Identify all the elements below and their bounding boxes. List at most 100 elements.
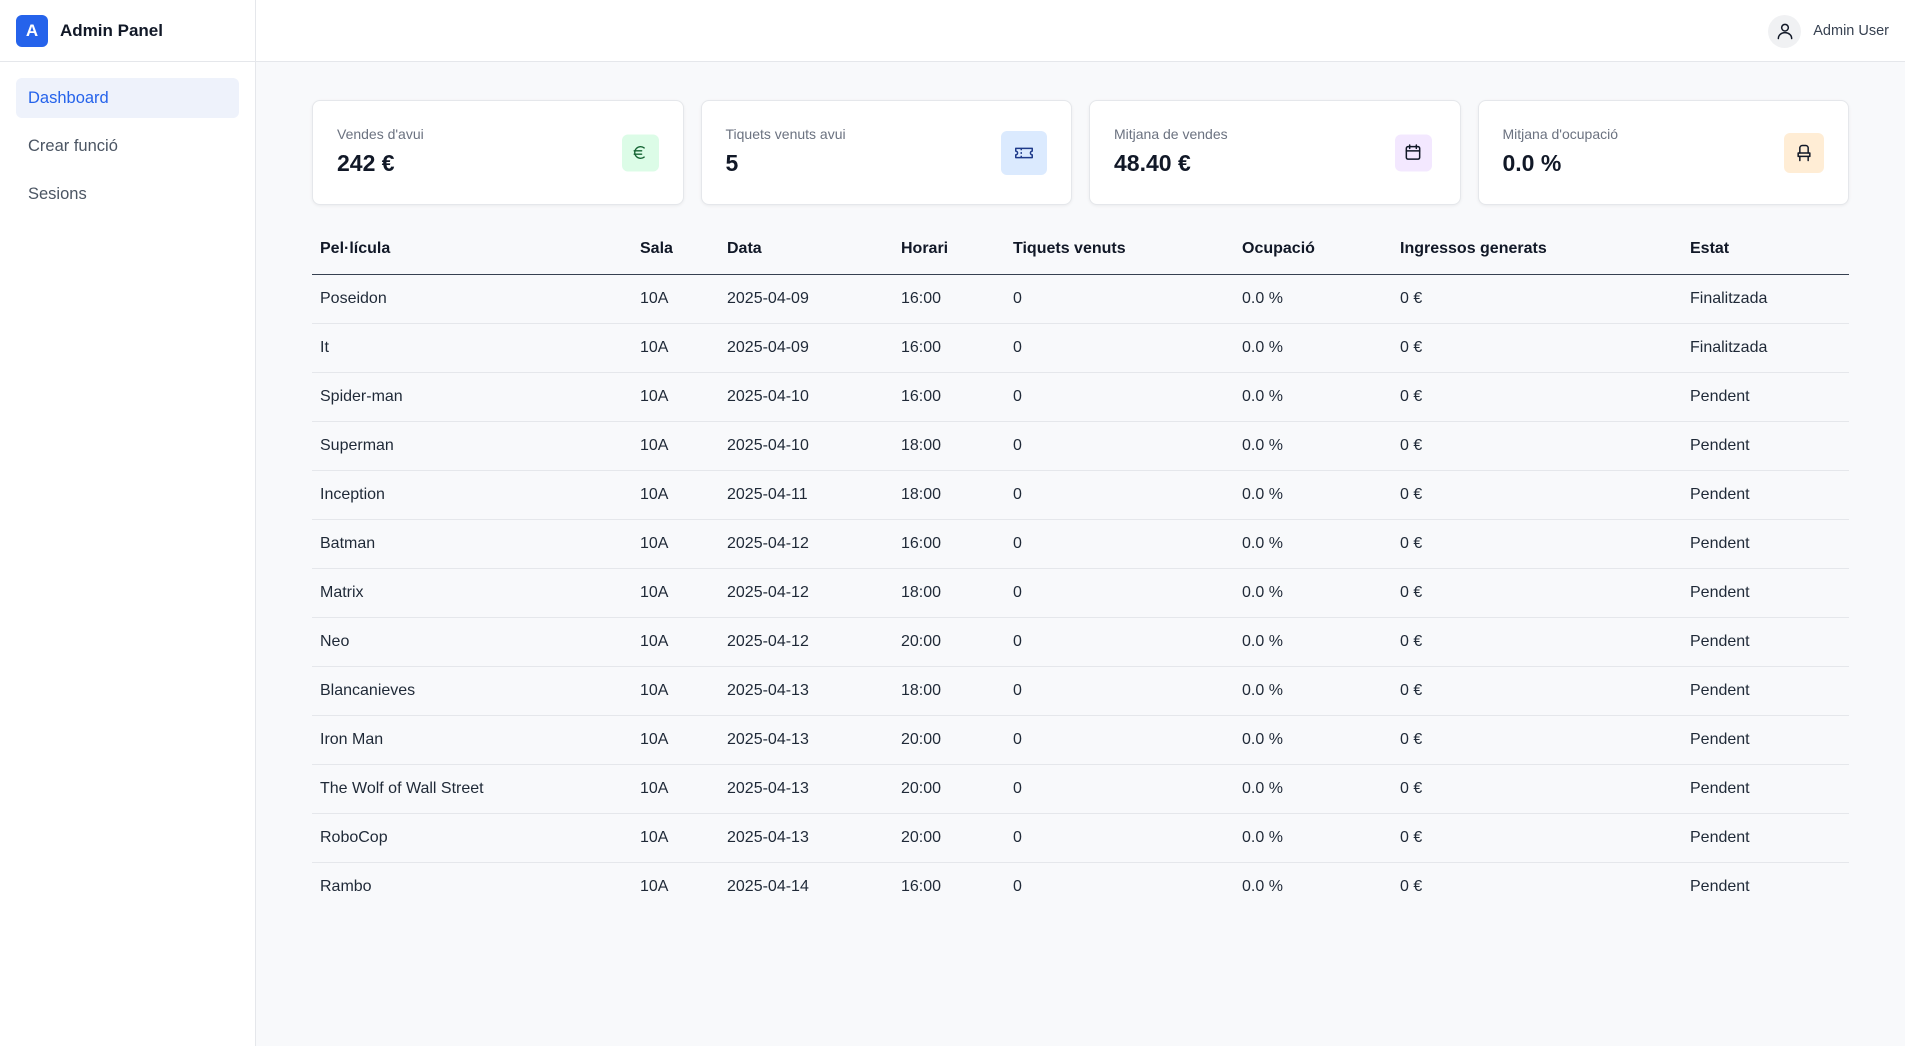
table-row[interactable]: RoboCop 10A 2025-04-13 20:00 0 0.0 % 0 €… — [312, 813, 1849, 863]
cell-occupancy: 0.0 % — [1242, 877, 1283, 895]
cell-room: 10A — [632, 470, 719, 520]
cell-occupancy: 0.0 % — [1234, 617, 1392, 667]
table-row[interactable]: It 10A 2025-04-09 16:00 0 0.0 % 0 € Fina… — [312, 323, 1849, 373]
cell-film: Spider-man — [312, 372, 632, 422]
cell-room: 10A — [632, 421, 719, 471]
cell-revenue: 0 € — [1392, 372, 1682, 422]
cell-date: 2025-04-13 — [719, 715, 893, 765]
cell-time: 16:00 — [901, 877, 942, 895]
cell-revenue: 0 € — [1392, 617, 1682, 667]
ticket-icon — [1001, 130, 1047, 175]
cell-date: 2025-04-13 — [719, 666, 893, 716]
cell-film: It — [312, 323, 632, 373]
cell-tickets: 0 — [1005, 666, 1234, 716]
sidebar-item-sesions[interactable]: Sesions — [16, 174, 239, 214]
sidebar-item-crear-funcio[interactable]: Crear funció — [16, 126, 239, 166]
user-menu[interactable]: Admin User — [1768, 14, 1889, 48]
cell-room: 10A — [632, 519, 719, 569]
cell-occupancy: 0.0 % — [1234, 813, 1392, 863]
cell-date: 2025-04-12 — [719, 519, 893, 569]
cell-occupancy: 0.0 % — [1234, 568, 1392, 618]
cell-room: 10A — [632, 372, 719, 422]
cell-tickets: 0 — [1005, 519, 1234, 569]
table-row[interactable]: Spider-man 10A 2025-04-10 16:00 0 0.0 % … — [312, 372, 1849, 422]
cell-status: Pendent — [1682, 715, 1849, 765]
stat-card-tickets-today: Tiquets venuts avui 5 — [700, 100, 1072, 205]
column-header: Horari — [893, 225, 1005, 275]
column-header: Sala — [632, 225, 719, 275]
cell-time: 20:00 — [893, 617, 1005, 667]
table-row[interactable]: Inception 10A 2025-04-11 18:00 0 0.0 % 0… — [312, 470, 1849, 520]
cell-tickets: 0 — [1005, 372, 1234, 422]
stat-value: 5 — [725, 150, 739, 176]
cell-time: 20:00 — [893, 813, 1005, 863]
cell-status: Pendent — [1682, 813, 1849, 863]
cell-status: Pendent — [1682, 764, 1849, 814]
cell-tickets: 0 — [1005, 470, 1234, 520]
cell-film: RoboCop — [312, 813, 632, 863]
cell-revenue: 0 € — [1392, 764, 1682, 814]
cell-revenue: 0 € — [1392, 421, 1682, 471]
cell-time: 18:00 — [893, 421, 1005, 471]
table-row[interactable]: Blancanieves 10A 2025-04-13 18:00 0 0.0 … — [312, 666, 1849, 716]
cell-occupancy: 0.0 % — [1234, 274, 1392, 324]
cell-revenue: 0 € — [1392, 715, 1682, 765]
column-header: Pel·lícula — [312, 225, 632, 275]
cell-revenue: 0 € — [1392, 813, 1682, 863]
cell-time: 20:00 — [893, 715, 1005, 765]
cell-time: 16:00 — [893, 372, 1005, 422]
stat-card-sales-today: Vendes d'avui 242 € — [312, 100, 684, 205]
cell-occupancy: 0.0 % — [1234, 470, 1392, 520]
cell-room: 10A — [632, 568, 719, 618]
table-row[interactable]: Superman 10A 2025-04-10 18:00 0 0.0 % 0 … — [312, 421, 1849, 471]
cell-time: 20:00 — [893, 764, 1005, 814]
cell-status: Finalitzada — [1682, 274, 1849, 324]
cell-status: Pendent — [1682, 617, 1849, 667]
cell-revenue: 0 € — [1392, 519, 1682, 569]
cell-film: Rambo — [320, 877, 372, 895]
sidebar-item-dashboard[interactable]: Dashboard — [16, 78, 239, 118]
table-row[interactable]: Rambo 10A 2025-04-14 16:00 0 0.0 % 0 € P… — [312, 862, 1849, 911]
cell-time: 16:00 — [893, 323, 1005, 373]
cell-time: 16:00 — [893, 519, 1005, 569]
cell-occupancy: 0.0 % — [1234, 323, 1392, 373]
cell-tickets: 0 — [1005, 617, 1234, 667]
stat-label: Mitjana de vendes — [1114, 126, 1228, 142]
cell-time: 18:00 — [893, 568, 1005, 618]
table-row[interactable]: Batman 10A 2025-04-12 16:00 0 0.0 % 0 € … — [312, 519, 1849, 569]
cell-revenue: 0 € — [1400, 877, 1423, 895]
table-row[interactable]: Poseidon 10A 2025-04-09 16:00 0 0.0 % 0 … — [312, 274, 1849, 324]
main-content: Vendes d'avui 242 € Tiquets venuts avui … — [312, 100, 1849, 911]
cell-film: Superman — [312, 421, 632, 471]
table-row[interactable]: Iron Man 10A 2025-04-13 20:00 0 0.0 % 0 … — [312, 715, 1849, 765]
column-header: Ocupació — [1234, 225, 1392, 275]
table-row[interactable]: Matrix 10A 2025-04-12 18:00 0 0.0 % 0 € … — [312, 568, 1849, 618]
user-icon — [1768, 14, 1802, 48]
cell-date: 2025-04-10 — [719, 421, 893, 471]
brand-logo: A — [16, 14, 48, 47]
cell-tickets: 0 — [1013, 877, 1022, 895]
table-row[interactable]: The Wolf of Wall Street 10A 2025-04-13 2… — [312, 764, 1849, 814]
cell-time: 16:00 — [893, 274, 1005, 324]
cell-film: Inception — [312, 470, 632, 520]
table-row[interactable]: Neo 10A 2025-04-12 20:00 0 0.0 % 0 € Pen… — [312, 617, 1849, 667]
cell-date: 2025-04-12 — [719, 568, 893, 618]
cell-occupancy: 0.0 % — [1234, 666, 1392, 716]
cell-film: Matrix — [312, 568, 632, 618]
cell-date: 2025-04-09 — [719, 323, 893, 373]
sessions-table: Pel·lícula Sala Data Horari Tiquets venu… — [312, 225, 1849, 911]
cell-room: 10A — [632, 764, 719, 814]
cell-room: 10A — [632, 715, 719, 765]
column-header: Ingressos generats — [1392, 225, 1682, 275]
cell-status: Pendent — [1682, 568, 1849, 618]
table-header-row: Pel·lícula Sala Data Horari Tiquets venu… — [312, 225, 1849, 275]
cell-film: Iron Man — [312, 715, 632, 765]
cell-date: 2025-04-14 — [727, 877, 809, 895]
brand: A Admin Panel — [0, 0, 255, 62]
sidebar-nav: Dashboard Crear funció Sesions — [0, 62, 255, 238]
column-header: Data — [719, 225, 893, 275]
calendar-icon — [1394, 134, 1432, 171]
seat-icon — [1784, 132, 1824, 173]
cell-room: 10A — [632, 813, 719, 863]
cell-tickets: 0 — [1005, 813, 1234, 863]
